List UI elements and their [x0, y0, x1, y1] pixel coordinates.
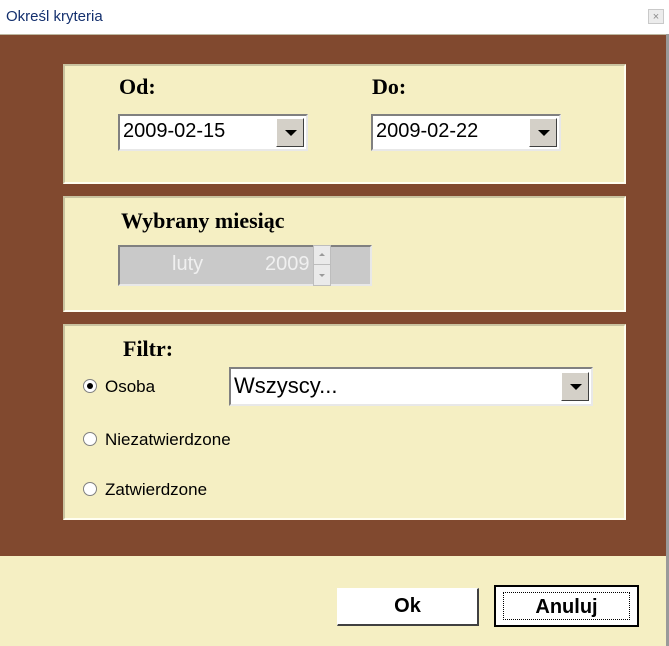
criteria-frame: Od: 2009-02-15 Do: 2009-02-22 Wybrany mi… — [0, 35, 666, 556]
radio-osoba-label: Osoba — [105, 377, 156, 396]
month-picker[interactable]: luty 2009 — [118, 245, 372, 286]
radio-button-checked[interactable] — [83, 379, 97, 393]
window-title: Określ kryteria — [6, 8, 103, 25]
radio-niezatwierdzone-label: Niezatwierdzone — [105, 430, 231, 449]
ok-button[interactable]: Ok — [337, 588, 479, 626]
person-select[interactable]: Wszyscy... — [229, 367, 593, 406]
chevron-down-icon[interactable] — [276, 118, 304, 147]
to-label: Do: — [372, 74, 407, 99]
chevron-down-icon[interactable] — [561, 372, 589, 401]
spin-down-icon[interactable] — [314, 266, 330, 285]
from-date-value: 2009-02-15 — [123, 120, 226, 142]
title-bar[interactable]: Określ kryteria × — [0, 0, 669, 35]
from-label: Od: — [119, 74, 156, 99]
month-spinner[interactable] — [313, 245, 331, 286]
radio-button[interactable] — [83, 482, 97, 496]
close-button[interactable]: × — [648, 9, 664, 24]
cancel-button[interactable]: Anuluj — [494, 585, 639, 627]
cancel-button-label: Anuluj — [503, 592, 630, 620]
radio-zatwierdzone-label: Zatwierdzone — [105, 480, 208, 499]
radio-button[interactable] — [83, 432, 97, 446]
person-select-value: Wszyscy... — [234, 373, 338, 398]
dialog-window: Określ kryteria × Od: 2009-02-15 Do: 200… — [0, 0, 669, 646]
month-label: Wybrany miesiąc — [121, 208, 285, 233]
spin-up-icon[interactable] — [314, 246, 330, 265]
filter-label: Filtr: — [123, 336, 174, 361]
year-value: 2009 — [265, 253, 310, 275]
filter-panel: Filtr: Osoba Wszyscy... Niezatwierdzone … — [63, 324, 626, 520]
chevron-down-icon[interactable] — [529, 118, 557, 147]
to-date-value: 2009-02-22 — [376, 120, 479, 142]
month-value: luty — [172, 253, 204, 275]
month-panel: Wybrany miesiąc luty 2009 — [63, 196, 626, 312]
from-date-picker[interactable]: 2009-02-15 — [118, 114, 308, 151]
date-range-panel: Od: 2009-02-15 Do: 2009-02-22 — [63, 64, 626, 184]
to-date-picker[interactable]: 2009-02-22 — [371, 114, 561, 151]
